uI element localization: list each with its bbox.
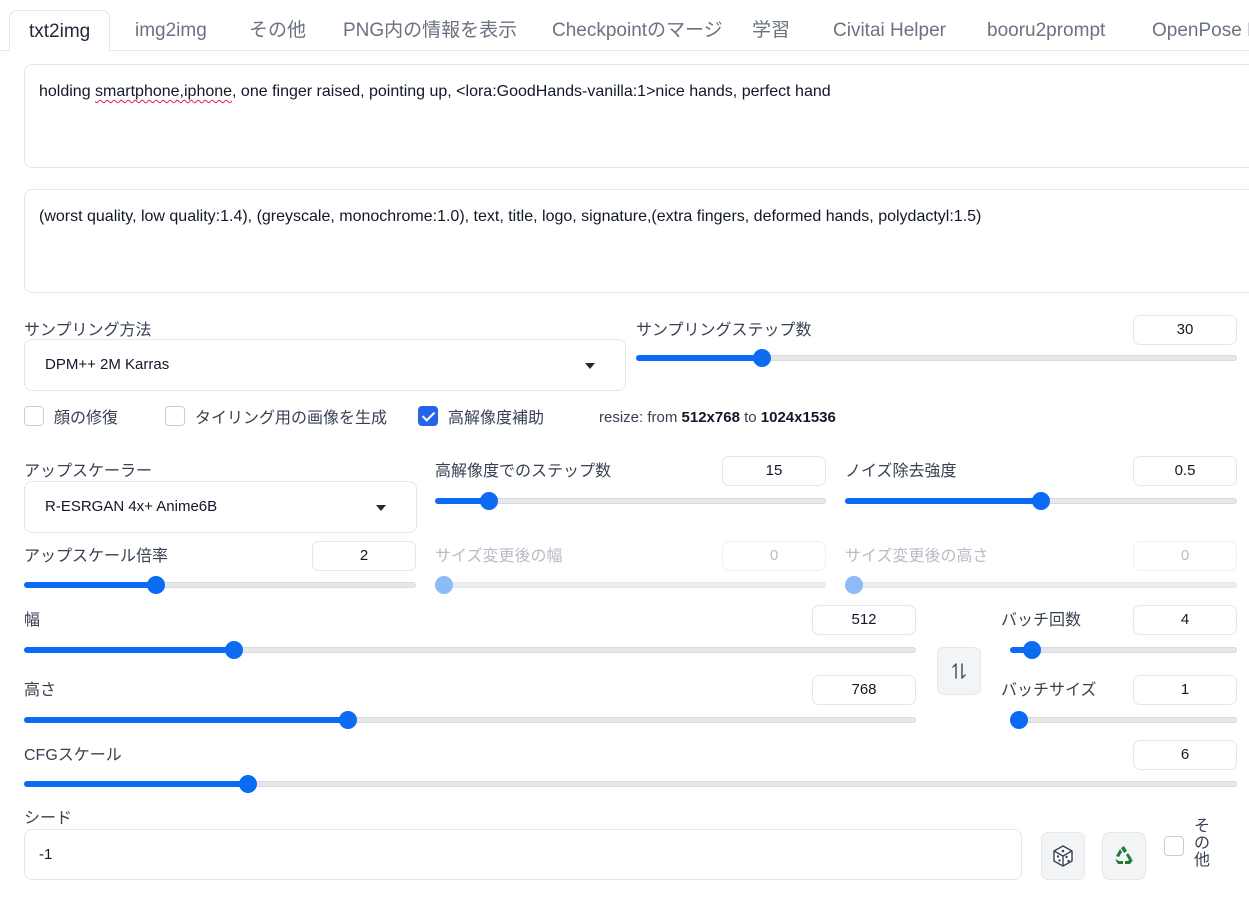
chevron-down-icon bbox=[376, 505, 386, 511]
reuse-seed-button[interactable] bbox=[1102, 832, 1146, 880]
extra-seed-label: その他 bbox=[1194, 818, 1211, 869]
sampling-steps-input[interactable]: 30 bbox=[1133, 315, 1237, 345]
prompt-misspelled-text: smartphone,iphone bbox=[95, 83, 233, 100]
hires-steps-slider[interactable] bbox=[435, 492, 826, 510]
upscale-by-slider[interactable] bbox=[24, 576, 416, 594]
height-input[interactable]: 768 bbox=[812, 675, 916, 705]
resize-width-input: 0 bbox=[722, 541, 826, 571]
tiling-checkbox[interactable]: タイリング用の画像を生成 bbox=[165, 405, 387, 427]
tab-img2img[interactable]: img2img bbox=[135, 10, 207, 51]
height-label: 高さ bbox=[24, 682, 57, 699]
upscale-by-label: アップスケール倍率 bbox=[24, 548, 169, 565]
batch-size-slider[interactable] bbox=[1010, 711, 1237, 729]
resize-info-prefix: resize: from bbox=[599, 409, 682, 426]
sampling-method-label: サンプリング方法 bbox=[24, 322, 152, 339]
negative-prompt-text: (worst quality, low quality:1.4), (greys… bbox=[39, 208, 982, 225]
prompt-text-start: holding bbox=[39, 83, 96, 100]
resize-height-slider bbox=[845, 576, 1237, 594]
resize-info-mid: to bbox=[739, 409, 761, 426]
negative-prompt-textarea[interactable]: (worst quality, low quality:1.4), (greys… bbox=[24, 189, 1249, 293]
dice-icon bbox=[1053, 845, 1073, 867]
tiling-label: タイリング用の画像を生成 bbox=[195, 410, 388, 427]
sampling-steps-slider[interactable] bbox=[636, 349, 1237, 367]
denoise-label: ノイズ除去強度 bbox=[845, 463, 957, 480]
hires-fix-checkbox[interactable]: 高解像度補助 bbox=[418, 405, 544, 427]
tab-openpose[interactable]: OpenPose E bbox=[1152, 10, 1249, 51]
resize-width-slider bbox=[435, 576, 826, 594]
sampling-method-value: DPM++ 2M Karras bbox=[45, 356, 170, 373]
chevron-down-icon bbox=[585, 363, 595, 369]
batch-count-input[interactable]: 4 bbox=[1133, 605, 1237, 635]
sampling-method-dropdown[interactable]: DPM++ 2M Karras bbox=[24, 339, 626, 391]
cfg-scale-label: CFGスケール bbox=[24, 747, 122, 764]
checkbox-box bbox=[24, 406, 44, 426]
prompt-textarea[interactable]: holding smartphone,iphone, one finger ra… bbox=[24, 64, 1249, 168]
tab-png-info[interactable]: PNG内の情報を表示 bbox=[343, 10, 517, 51]
swap-vertical-arrows-icon bbox=[952, 663, 966, 679]
sampling-steps-label: サンプリングステップ数 bbox=[636, 322, 812, 339]
resize-to: 1024x1536 bbox=[760, 409, 836, 426]
cfg-scale-input[interactable]: 6 bbox=[1133, 740, 1237, 770]
tab-txt2img[interactable]: txt2img bbox=[9, 10, 111, 52]
prompt-text-end: , one finger raised, pointing up, <lora:… bbox=[232, 83, 831, 100]
extra-seed-checkbox[interactable]: その他 bbox=[1164, 818, 1211, 869]
tab-checkpoint-merge[interactable]: Checkpointのマージ bbox=[552, 10, 723, 51]
resize-info: resize: from 512x768 to 1024x1536 bbox=[599, 409, 836, 426]
tab-booru2prompt[interactable]: booru2prompt bbox=[987, 10, 1105, 51]
upscale-by-input[interactable]: 2 bbox=[312, 541, 416, 571]
seed-label: シード bbox=[24, 810, 73, 827]
hires-steps-input[interactable]: 15 bbox=[722, 456, 826, 486]
face-restore-checkbox[interactable]: 顔の修復 bbox=[24, 405, 118, 427]
tab-civitai-helper[interactable]: Civitai Helper bbox=[833, 10, 946, 51]
batch-size-input[interactable]: 1 bbox=[1133, 675, 1237, 705]
batch-count-label: バッチ回数 bbox=[1001, 612, 1082, 629]
random-seed-button[interactable] bbox=[1041, 832, 1085, 880]
width-label: 幅 bbox=[24, 612, 41, 629]
denoise-slider[interactable] bbox=[845, 492, 1237, 510]
resize-height-label: サイズ変更後の高さ bbox=[845, 548, 989, 565]
resize-width-label: サイズ変更後の幅 bbox=[435, 548, 563, 565]
face-restore-label: 顔の修復 bbox=[54, 410, 119, 427]
width-input[interactable]: 512 bbox=[812, 605, 916, 635]
hires-steps-label: 高解像度でのステップ数 bbox=[435, 463, 612, 480]
upscaler-dropdown[interactable]: R-ESRGAN 4x+ Anime6B bbox=[24, 481, 417, 533]
upscaler-value: R-ESRGAN 4x+ Anime6B bbox=[45, 498, 218, 515]
batch-size-label: バッチサイズ bbox=[1001, 682, 1097, 699]
denoise-input[interactable]: 0.5 bbox=[1133, 456, 1237, 486]
tab-bar: txt2img img2img その他 PNG内の情報を表示 Checkpoin… bbox=[0, 0, 1249, 52]
checkbox-box bbox=[1164, 836, 1184, 856]
upscaler-label: アップスケーラー bbox=[24, 463, 153, 480]
hires-fix-label: 高解像度補助 bbox=[448, 410, 545, 427]
tab-train[interactable]: 学習 bbox=[752, 10, 790, 51]
resize-height-input: 0 bbox=[1133, 541, 1237, 571]
resize-from: 512x768 bbox=[681, 409, 740, 426]
recycle-icon bbox=[1115, 846, 1133, 864]
seed-input[interactable]: -1 bbox=[24, 829, 1022, 880]
height-slider[interactable] bbox=[24, 711, 916, 729]
cfg-scale-slider[interactable] bbox=[24, 775, 1237, 793]
checkmark-icon bbox=[418, 406, 438, 426]
swap-dimensions-button[interactable] bbox=[937, 647, 981, 695]
tab-other[interactable]: その他 bbox=[249, 10, 306, 51]
checkbox-box bbox=[165, 406, 185, 426]
batch-count-slider[interactable] bbox=[1010, 641, 1237, 659]
width-slider[interactable] bbox=[24, 641, 916, 659]
